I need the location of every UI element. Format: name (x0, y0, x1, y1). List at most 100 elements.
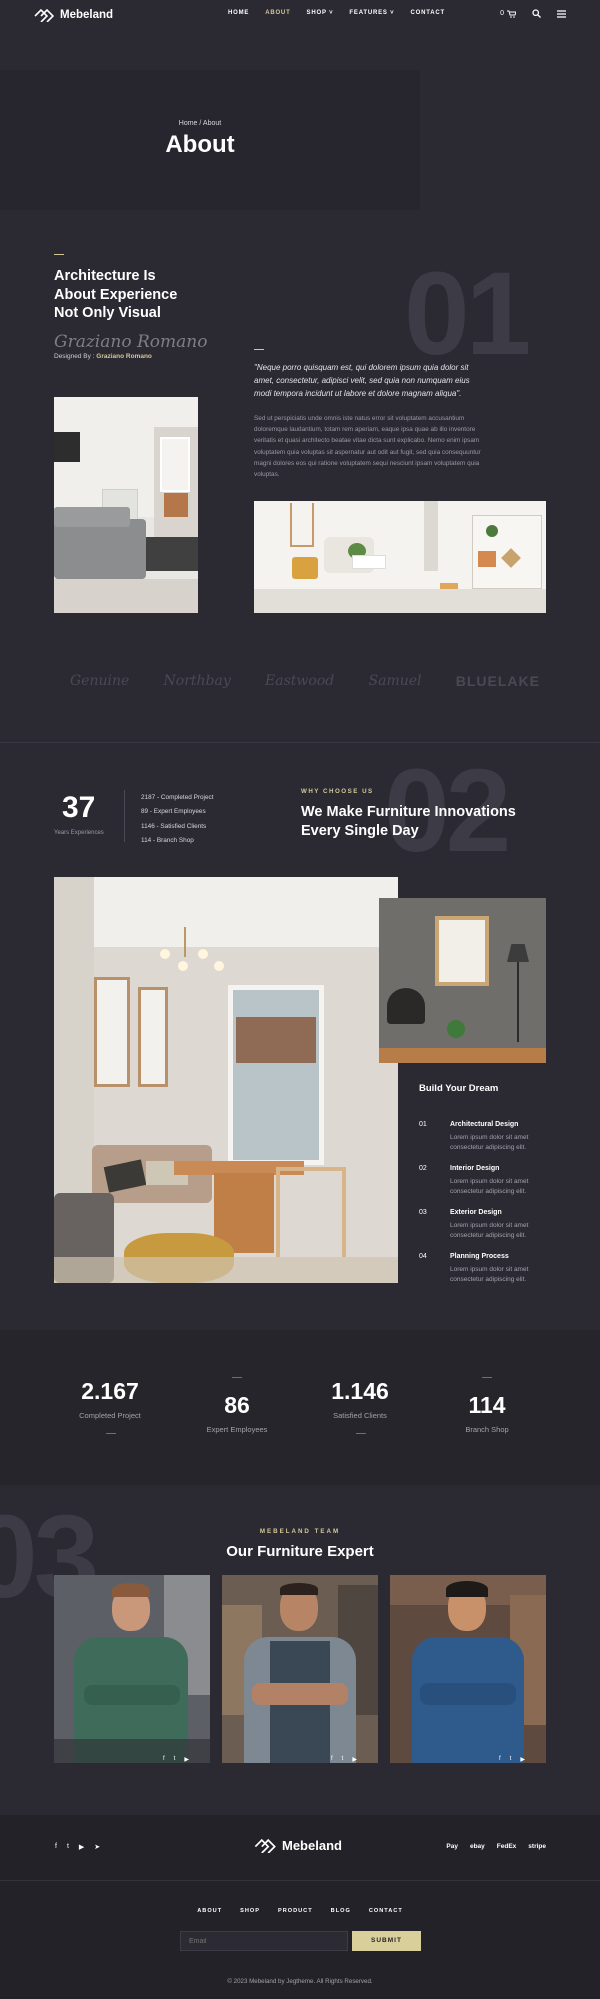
counter-tick (356, 1433, 366, 1434)
payment-label: Pay (446, 1843, 458, 1850)
nav-shop[interactable]: SHOP ˅ (307, 10, 334, 16)
main-nav: HOME ABOUT SHOP ˅ FEATURES ˅ CONTACT (228, 10, 445, 16)
page-title: About (165, 131, 235, 158)
service-title: Exterior Design (450, 1209, 502, 1216)
dining-room-photo (54, 877, 398, 1283)
copyright: © 2023 Mebeland by Jegtheme. All Rights … (227, 1978, 373, 1985)
counter-value: 86 (224, 1392, 250, 1418)
intro-heading: Architecture Is About Experience Not Onl… (54, 268, 178, 322)
site-logo[interactable]: Mebeland (34, 8, 113, 22)
team-eyebrow: MEBELAND TEAM (259, 1528, 341, 1535)
service-title: Planning Process (450, 1253, 509, 1260)
footer-link[interactable]: CONTACT (369, 1908, 403, 1914)
counter-label: Expert Employees (206, 1425, 268, 1434)
fedex-logo: FedEx (496, 1843, 517, 1850)
accent-dash (54, 254, 64, 255)
telegram-icon[interactable]: ➤ (94, 1843, 100, 1851)
stat-divider (124, 790, 125, 842)
why-heading: We Make Furniture Innovations Every Sing… (301, 804, 516, 839)
service-desc: Lorem ipsum dolor sit amet consectetur a… (450, 1266, 529, 1284)
designer-name: Graziano Romano (96, 353, 152, 360)
email-field[interactable] (180, 1931, 348, 1951)
intro-paragraph: Sed ut perspiciatis unde omnis iste natu… (254, 415, 481, 479)
counter-value: 1.146 (331, 1378, 389, 1404)
search-icon[interactable] (532, 9, 541, 18)
ebay-logo: ebay (469, 1843, 485, 1850)
accent-dash (254, 349, 264, 350)
brand-logo[interactable]: Genuine (70, 673, 129, 689)
facebook-icon[interactable]: f (331, 1756, 333, 1763)
facebook-icon[interactable]: f (499, 1756, 501, 1763)
footer-social: f t ▶ ➤ (55, 1843, 100, 1851)
nav-about[interactable]: ABOUT (265, 10, 290, 16)
team-member-photo[interactable] (390, 1575, 546, 1763)
nav-contact[interactable]: CONTACT (410, 10, 444, 16)
intro-quote: "Neque porro quisquam est, qui dolorem i… (254, 363, 470, 398)
footer-link[interactable]: SHOP (240, 1908, 260, 1914)
twitter-icon[interactable]: t (510, 1756, 512, 1763)
footer-divider (0, 1880, 600, 1881)
twitter-icon[interactable]: t (67, 1843, 69, 1851)
lounge-chair-photo (379, 898, 546, 1063)
brand-logo[interactable]: Northbay (164, 673, 231, 689)
brand-logo[interactable]: Samuel (369, 673, 422, 689)
footer-nav: ABOUT SHOP PRODUCT BLOG CONTACT (0, 1908, 600, 1914)
footer-link[interactable]: BLOG (331, 1908, 351, 1914)
service-desc: Lorem ipsum dolor sit amet consectetur a… (450, 1134, 529, 1152)
twitter-icon[interactable]: t (174, 1756, 176, 1763)
section-number: 01 (404, 248, 531, 380)
logo-mark-icon (254, 1838, 276, 1853)
services-title: Build Your Dream (419, 1083, 499, 1094)
stat-item: 2187 - Completed Project (141, 794, 214, 801)
designed-by-label: Designed By : (54, 353, 95, 360)
cart-count: 0 (500, 10, 504, 17)
service-number: 02 (419, 1165, 427, 1172)
stat-item: 89 - Expert Employees (141, 808, 206, 816)
why-eyebrow: WHY CHOOSE US (301, 788, 374, 795)
service-number: 04 (419, 1253, 427, 1260)
facebook-icon[interactable]: f (163, 1756, 165, 1763)
brand-logo[interactable]: Eastwood (265, 673, 334, 689)
payment-methods: Pay ebay FedEx stripe (446, 1843, 546, 1850)
member-social: f t ▶ (331, 1756, 357, 1763)
stat-item: 114 - Branch Shop (141, 837, 194, 845)
counter-label: Satisfied Clients (333, 1411, 387, 1420)
submit-button[interactable]: SUBMIT (352, 1931, 421, 1951)
nav-features[interactable]: FEATURES ˅ (349, 10, 394, 16)
footer-logo[interactable]: Mebeland (254, 1838, 342, 1853)
white-interior-photo (254, 501, 546, 613)
youtube-icon[interactable]: ▶ (352, 1756, 357, 1763)
brand-logo[interactable]: BLUELAKE (456, 673, 540, 689)
service-number: 01 (419, 1121, 427, 1128)
logo-mark-icon (34, 8, 54, 22)
menu-icon[interactable] (557, 9, 566, 18)
youtube-icon[interactable]: ▶ (79, 1843, 84, 1851)
facebook-icon[interactable]: f (55, 1843, 57, 1851)
counter: 1.146 Satisfied Clients (300, 1378, 420, 1420)
team-member-photo[interactable] (222, 1575, 378, 1763)
section-divider (0, 742, 600, 743)
service-title: Architectural Design (450, 1121, 519, 1128)
service-desc: Lorem ipsum dolor sit amet consectetur a… (450, 1178, 529, 1196)
footer-link[interactable]: ABOUT (197, 1908, 222, 1914)
counter-value: 2.167 (81, 1378, 139, 1404)
member-social: f t ▶ (163, 1756, 189, 1763)
counter-label: Completed Project (79, 1411, 141, 1420)
signature: Graziano Romano (54, 332, 208, 352)
living-room-photo (54, 397, 198, 613)
youtube-icon[interactable]: ▶ (520, 1756, 525, 1763)
breadcrumb[interactable]: Home / About (160, 120, 240, 127)
counter-tick (106, 1433, 116, 1434)
youtube-icon[interactable]: ▶ (184, 1756, 189, 1763)
team-member-photo[interactable] (54, 1575, 210, 1763)
cart-button[interactable]: 0 (500, 10, 516, 18)
counter-label: Branch Shop (465, 1425, 509, 1434)
twitter-icon[interactable]: t (342, 1756, 344, 1763)
cart-icon (507, 10, 516, 18)
footer-link[interactable]: PRODUCT (278, 1908, 313, 1914)
counter: 2.167 Completed Project (50, 1378, 170, 1420)
experience-label: Years Experiences (54, 830, 104, 836)
stat-item: 1146 - Satisfied Clients (141, 822, 207, 830)
nav-home[interactable]: HOME (228, 10, 249, 16)
stripe-logo: stripe (528, 1843, 546, 1850)
